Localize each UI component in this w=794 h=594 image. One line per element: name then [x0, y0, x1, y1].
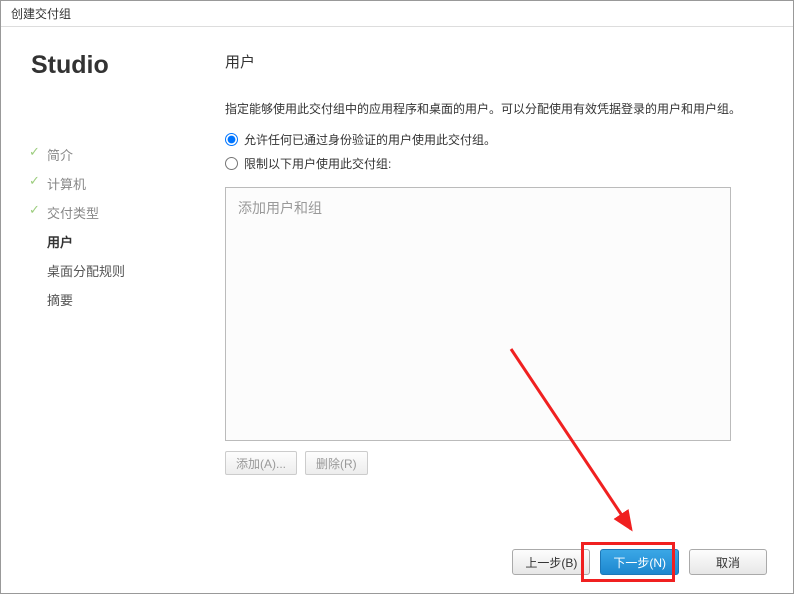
- step-delivery-type[interactable]: 交付类型: [29, 198, 189, 227]
- page-description: 指定能够使用此交付组中的应用程序和桌面的用户。可以分配使用有效凭据登录的用户和用…: [225, 100, 767, 119]
- step-users[interactable]: 用户: [29, 227, 189, 256]
- add-button[interactable]: 添加(A)...: [225, 451, 297, 475]
- cancel-button[interactable]: 取消: [689, 549, 767, 575]
- sidebar: Studio 简介 计算机 交付类型 用户 桌面分配规则 摘要: [1, 27, 205, 593]
- list-actions: 添加(A)... 删除(R): [225, 451, 767, 475]
- wizard-steps: 简介 计算机 交付类型 用户 桌面分配规则 摘要: [29, 140, 189, 314]
- radio-allow-any-label: 允许任何已通过身份验证的用户使用此交付组。: [244, 131, 496, 148]
- back-button[interactable]: 上一步(B): [512, 549, 590, 575]
- main-panel: 用户 指定能够使用此交付组中的应用程序和桌面的用户。可以分配使用有效凭据登录的用…: [205, 27, 793, 593]
- step-desktop-assignment[interactable]: 桌面分配规则: [29, 256, 189, 285]
- radio-allow-any-row[interactable]: 允许任何已通过身份验证的用户使用此交付组。: [225, 131, 767, 148]
- step-summary[interactable]: 摘要: [29, 285, 189, 314]
- step-machines[interactable]: 计算机: [29, 169, 189, 198]
- step-label: 计算机: [47, 174, 86, 193]
- remove-button[interactable]: 删除(R): [305, 451, 368, 475]
- titlebar: 创建交付组: [1, 1, 793, 27]
- radio-restrict-label: 限制以下用户使用此交付组:: [244, 155, 391, 172]
- radio-restrict-row[interactable]: 限制以下用户使用此交付组:: [225, 155, 767, 172]
- listbox-placeholder: 添加用户和组: [238, 200, 322, 216]
- next-button-label: 下一步(N): [613, 556, 666, 570]
- user-listbox[interactable]: 添加用户和组: [225, 187, 731, 441]
- brand-title: Studio: [31, 51, 189, 80]
- step-label: 桌面分配规则: [47, 261, 125, 280]
- step-label: 用户: [47, 232, 73, 251]
- step-intro[interactable]: 简介: [29, 140, 189, 169]
- next-button[interactable]: 下一步(N): [600, 549, 679, 575]
- step-label: 简介: [47, 145, 73, 164]
- dialog-window: 创建交付组 Studio 简介 计算机 交付类型 用户 桌面分配规则 摘要 用户…: [0, 0, 794, 594]
- radio-allow-any[interactable]: [225, 133, 238, 146]
- step-label: 交付类型: [47, 203, 99, 222]
- footer-buttons: 上一步(B) 下一步(N) 取消: [512, 549, 767, 575]
- window-title: 创建交付组: [11, 5, 71, 22]
- dialog-body: Studio 简介 计算机 交付类型 用户 桌面分配规则 摘要 用户 指定能够使…: [1, 27, 793, 593]
- page-heading: 用户: [225, 51, 767, 72]
- radio-restrict[interactable]: [225, 157, 238, 170]
- step-label: 摘要: [47, 290, 73, 309]
